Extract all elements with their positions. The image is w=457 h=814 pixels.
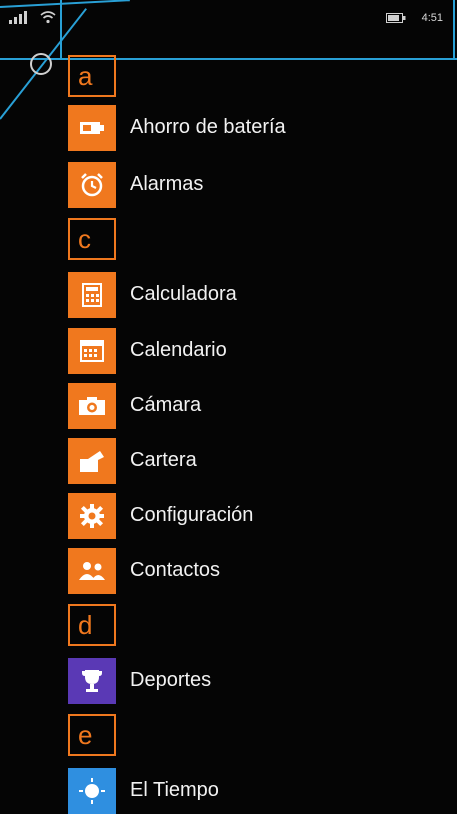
annotation-frame [60,0,455,60]
app-label: Contactos [130,559,221,581]
wallet-icon [68,438,116,484]
alarm-clock-icon [68,162,116,208]
app-label: Deportes [130,669,212,691]
app-label: Cartera [130,449,197,471]
app-item-camara[interactable]: Cámara [68,383,428,429]
app-label: Calculadora [130,283,237,305]
signal-bars-icon [9,11,27,24]
app-label: Calendario [130,339,227,361]
calculator-icon [68,272,116,318]
app-item-contactos[interactable]: Contactos [68,548,428,594]
app-label: Cámara [130,394,202,416]
app-label: El Tiempo [130,779,219,801]
contacts-icon [68,548,116,594]
app-label: Ahorro de batería [130,116,286,138]
trophy-icon [68,658,116,704]
battery-saver-icon [68,105,116,151]
app-item-calculadora[interactable]: Calculadora [68,272,428,318]
gear-icon [68,493,116,539]
group-header-c[interactable]: c [68,218,116,260]
calendar-icon [68,328,116,374]
app-label: Alarmas [130,173,204,195]
group-header-a[interactable]: a [68,55,116,97]
sun-icon [68,768,116,814]
app-item-alarmas[interactable]: Alarmas [68,162,428,208]
app-item-cartera[interactable]: Cartera [68,438,428,484]
app-item-deportes[interactable]: Deportes [68,658,428,704]
app-item-el-tiempo[interactable]: El Tiempo [68,768,428,814]
app-item-calendario[interactable]: Calendario [68,328,428,374]
group-header-e[interactable]: e [68,714,116,756]
search-icon[interactable] [30,53,52,75]
wifi-icon [40,11,56,24]
app-item-configuracion[interactable]: Configuración [68,493,428,539]
camera-icon [68,383,116,429]
app-item-ahorro-de-bateria[interactable]: Ahorro de batería [68,105,428,151]
app-label: Configuración [130,504,254,526]
group-header-d[interactable]: d [68,604,116,646]
